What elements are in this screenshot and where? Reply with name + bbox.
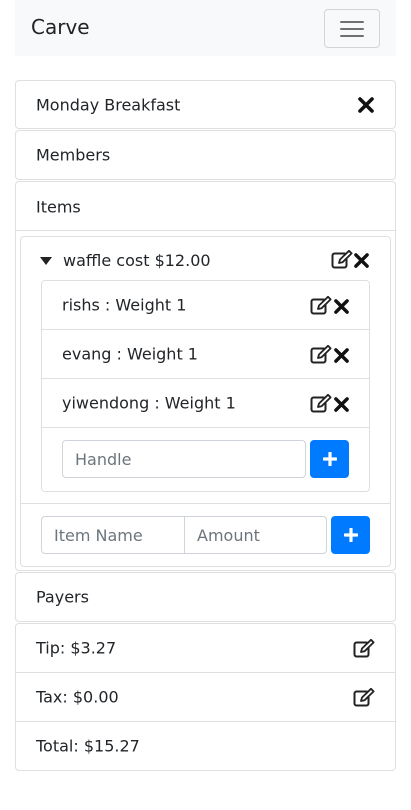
list-item: rishs : Weight 1 [42,281,369,330]
edit-icon [353,687,375,706]
close-icon [334,298,349,314]
tip-row: Tip: $3.27 [16,624,395,673]
edit-tax-button[interactable] [353,687,375,708]
caret-down-icon [40,257,52,265]
total-text: Total: $15.27 [36,736,140,756]
add-member-button[interactable] [310,440,349,478]
tax-text: Tax: $0.00 [36,687,119,707]
edit-member-button[interactable] [310,344,332,365]
edit-icon [353,638,375,657]
plus-icon [322,452,337,466]
hamburger-icon-bar [340,28,364,30]
edit-member-button[interactable] [310,393,332,414]
remove-member-button[interactable] [333,395,350,413]
item-name-input[interactable] [41,516,185,554]
list-item: evang : Weight 1 [42,330,369,379]
total-row: Total: $15.27 [16,722,395,770]
item-title: waffle cost $12.00 [63,251,211,270]
edit-tip-button[interactable] [353,638,375,659]
navbar-brand[interactable]: Carve [31,15,90,39]
payers-card[interactable]: Payers [15,572,396,622]
add-member-row [42,428,369,491]
edit-icon [310,344,332,363]
delete-item-button[interactable] [353,251,370,269]
edit-item-button[interactable] [331,249,353,271]
edit-icon [331,250,353,269]
payers-header[interactable]: Payers [36,588,89,607]
members-header[interactable]: Members [36,146,110,165]
navbar-toggle-button[interactable] [324,9,380,48]
close-icon [354,252,369,268]
item-footer-divider [21,503,390,504]
remove-member-button[interactable] [333,297,350,315]
member-label: evang : Weight 1 [62,344,198,364]
edit-member-button[interactable] [310,295,332,316]
item-collapse-toggle[interactable] [38,254,54,268]
items-header-divider [16,230,395,231]
navbar: Carve [15,0,396,56]
delete-event-button[interactable] [357,96,375,114]
member-label: yiwendong : Weight 1 [62,393,236,413]
event-card: Monday Breakfast [15,80,396,129]
edit-icon [310,393,332,412]
handle-input[interactable] [62,440,306,478]
edit-icon [310,295,332,314]
event-title: Monday Breakfast [36,95,181,114]
close-icon [334,396,349,412]
tip-text: Tip: $3.27 [36,638,117,658]
summary-card: Tip: $3.27 Tax: $0.00 Total: $15.27 [15,623,396,771]
members-card[interactable]: Members [15,130,396,180]
close-icon [358,97,374,113]
item-member-list: rishs : Weight 1 evang : Weight 1 yiwend… [41,280,370,492]
item-amount-input[interactable] [184,516,327,554]
list-item: yiwendong : Weight 1 [42,379,369,428]
hamburger-icon-bar [340,35,364,37]
add-item-button[interactable] [331,516,370,554]
close-icon [334,347,349,363]
remove-member-button[interactable] [333,346,350,364]
tax-row: Tax: $0.00 [16,673,395,722]
items-header[interactable]: Items [36,198,81,217]
hamburger-icon [340,21,364,23]
plus-icon [343,528,358,542]
member-label: rishs : Weight 1 [62,295,187,315]
